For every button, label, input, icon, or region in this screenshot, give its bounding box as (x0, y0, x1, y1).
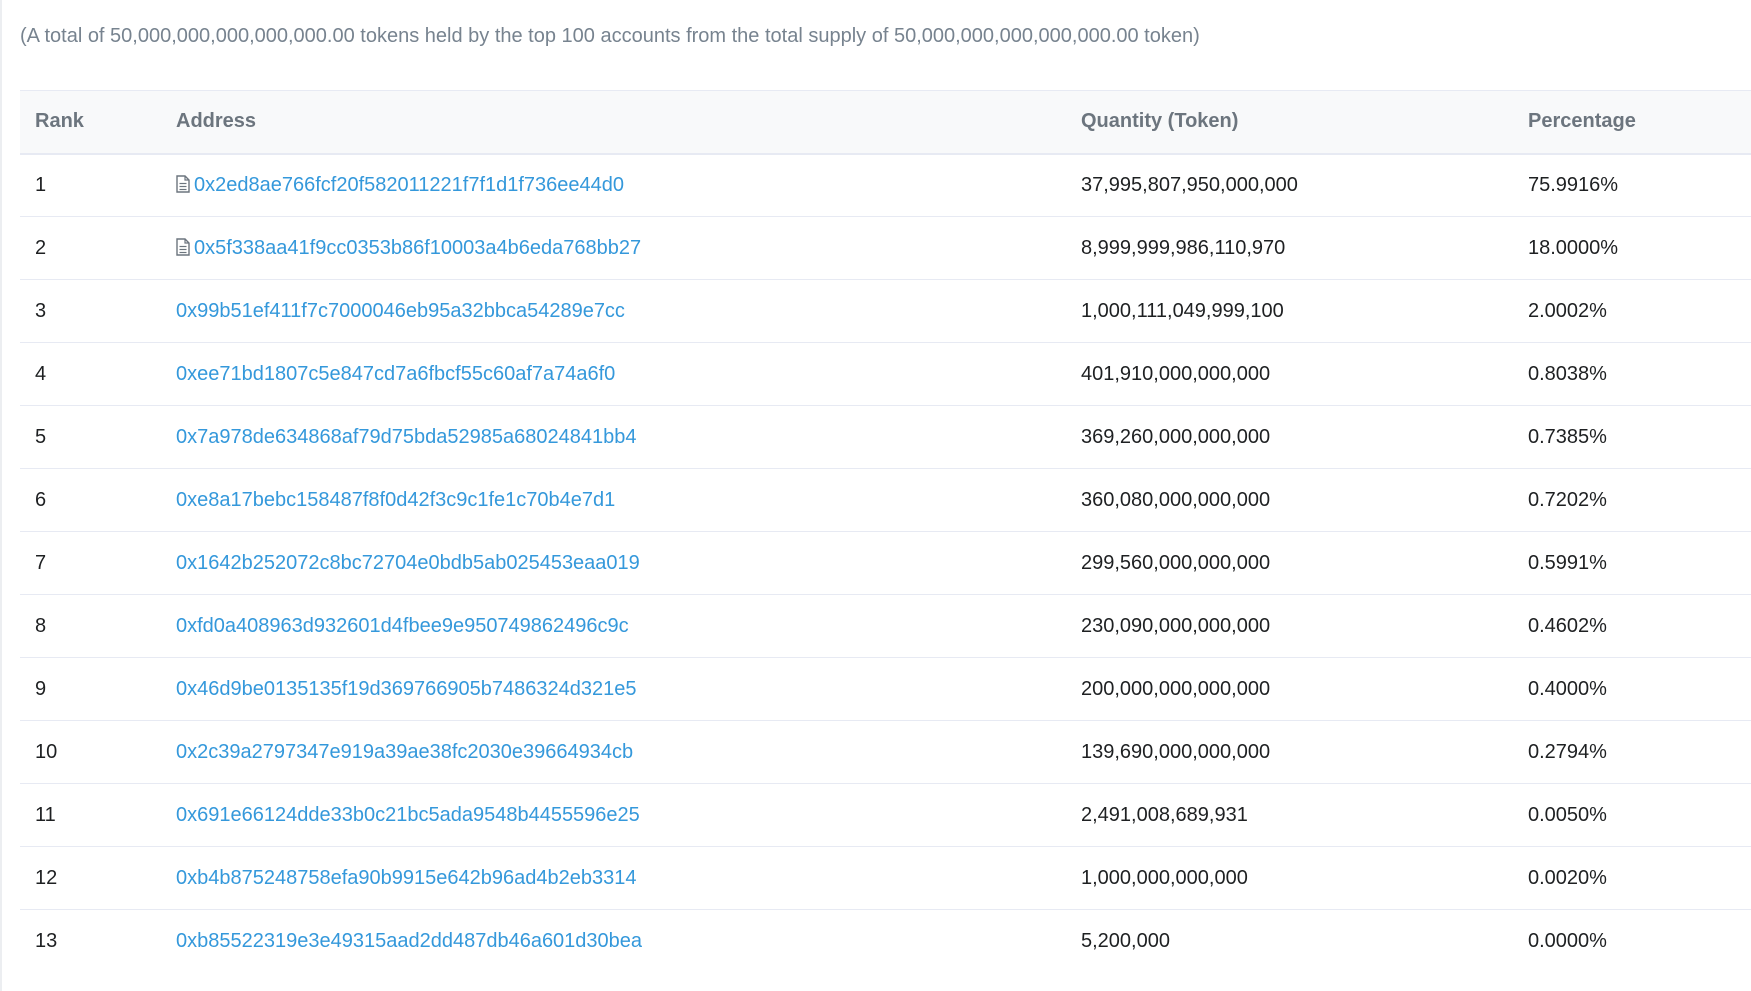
table-row: 11 0x691e66124dde33b0c21bc5ada9548b445559… (20, 783, 1751, 847)
quantity-cell: 139,690,000,000,000 (1066, 720, 1513, 784)
token-holders-table: Rank Address Quantity (Token) Percentage… (20, 90, 1751, 973)
holder-address-link[interactable]: 0x5f338aa41f9cc0353b86f10003a4b6eda768bb… (194, 237, 641, 259)
percentage-cell: 0.0000% (1528, 929, 1607, 952)
rank-cell: 9 (20, 657, 161, 721)
rank-cell: 7 (20, 531, 161, 595)
rank-cell: 4 (20, 342, 161, 406)
quantity-cell: 8,999,999,986,110,970 (1066, 216, 1513, 280)
rank-cell: 2 (20, 216, 161, 280)
quantity-cell: 360,080,000,000,000 (1066, 468, 1513, 532)
rank-cell: 13 (35, 929, 58, 952)
percentage-cell: 2.0002% (1513, 279, 1751, 343)
holder-address-link[interactable]: 0xe8a17bebc158487f8f0d42f3c9c1fe1c70b4e7… (176, 489, 615, 511)
quantity-cell: 37,995,807,950,000,000 (1066, 153, 1513, 217)
table-row: 4 0xee71bd1807c5e847cd7a6fbcf55c60af7a74a… (20, 342, 1751, 406)
address-cell: 0xee71bd1807c5e847cd7a6fbcf55c60af7a74a6… (161, 342, 1066, 406)
table-row: 3 0x99b51ef411f7c7000046eb95a32bbca54289e… (20, 279, 1751, 343)
holder-address-link[interactable]: 0x46d9be0135135f19d369766905b7486324d321… (176, 678, 636, 700)
address-cell: 0x1642b252072c8bc72704e0bdb5ab025453eaa0… (161, 531, 1066, 595)
rank-cell: 10 (20, 720, 161, 784)
table-row: 9 0x46d9be0135135f19d369766905b7486324d32… (20, 657, 1751, 721)
holder-address-link[interactable]: 0x2ed8ae766fcf20f582011221f7f1d1f736ee44… (194, 174, 624, 196)
address-cell: 0x691e66124dde33b0c21bc5ada9548b4455596e… (161, 783, 1066, 847)
holder-address-link[interactable]: 0x99b51ef411f7c7000046eb95a32bbca54289e7… (176, 300, 625, 322)
percentage-cell: 0.7202% (1513, 468, 1751, 532)
quantity-cell: 2,491,008,689,931 (1066, 783, 1513, 847)
table-row: 6 0xe8a17bebc158487f8f0d42f3c9c1fe1c70b4e… (20, 468, 1751, 532)
table-row: 1 0x2ed8ae766fcf20f582011221f7f1d1f736ee4… (20, 153, 1751, 217)
quantity-cell: 5,200,000 (1081, 929, 1170, 952)
address-cell: 0xb85522319e3e49315aad2dd487db46a601d30b… (161, 910, 1066, 973)
address-cell: 0x2ed8ae766fcf20f582011221f7f1d1f736ee44… (161, 153, 1066, 217)
table-body: 1 0x2ed8ae766fcf20f582011221f7f1d1f736ee4… (20, 153, 1751, 973)
quantity-cell: 299,560,000,000,000 (1066, 531, 1513, 595)
table-row: 2 0x5f338aa41f9cc0353b86f10003a4b6eda768b… (20, 216, 1751, 280)
holder-address-link[interactable]: 0x691e66124dde33b0c21bc5ada9548b4455596e… (176, 804, 640, 826)
quantity-cell: 1,000,111,049,999,100 (1066, 279, 1513, 343)
file-text-icon (176, 237, 190, 256)
holder-address-link[interactable]: 0xfd0a408963d932601d4fbee9e950749862496c… (176, 615, 629, 637)
column-header-quantity: Quantity (Token) (1066, 90, 1513, 155)
table-row: 10 0x2c39a2797347e919a39ae38fc2030e396649… (20, 720, 1751, 784)
holder-address-link[interactable]: 0xee71bd1807c5e847cd7a6fbcf55c60af7a74a6… (176, 363, 615, 385)
page-left-border (0, 0, 2, 991)
rank-cell: 1 (20, 153, 161, 217)
holder-address-link[interactable]: 0xb4b875248758efa90b9915e642b96ad4b2eb33… (176, 867, 636, 889)
quantity-cell: 200,000,000,000,000 (1066, 657, 1513, 721)
holders-summary-text: (A total of 50,000,000,000,000,000.00 to… (20, 25, 1200, 47)
table-row: 13 0xb85522319e3e49315aad2dd487db46a601d3… (20, 910, 1751, 973)
percentage-cell: 0.4602% (1513, 594, 1751, 658)
percentage-cell: 0.0050% (1513, 783, 1751, 847)
rank-cell: 3 (20, 279, 161, 343)
percentage-cell: 75.9916% (1513, 153, 1751, 217)
quantity-cell: 230,090,000,000,000 (1066, 594, 1513, 658)
percentage-cell: 18.0000% (1513, 216, 1751, 280)
percentage-cell: 0.7385% (1513, 405, 1751, 469)
address-cell: 0xfd0a408963d932601d4fbee9e950749862496c… (161, 594, 1066, 658)
address-cell: 0x2c39a2797347e919a39ae38fc2030e39664934… (161, 720, 1066, 784)
holder-address-link[interactable]: 0x7a978de634868af79d75bda52985a68024841b… (176, 426, 636, 448)
percentage-cell: 0.5991% (1513, 531, 1751, 595)
file-text-icon (176, 175, 190, 193)
address-cell: 0x5f338aa41f9cc0353b86f10003a4b6eda768bb… (161, 216, 1066, 280)
quantity-cell: 369,260,000,000,000 (1066, 405, 1513, 469)
table-header-row: Rank Address Quantity (Token) Percentage (20, 90, 1751, 155)
column-header-address: Address (161, 90, 1066, 155)
percentage-cell: 0.0020% (1513, 846, 1751, 910)
address-cell: 0xb4b875248758efa90b9915e642b96ad4b2eb33… (161, 846, 1066, 910)
column-header-percentage: Percentage (1513, 90, 1751, 155)
address-cell: 0x99b51ef411f7c7000046eb95a32bbca54289e7… (161, 279, 1066, 343)
percentage-cell: 0.8038% (1513, 342, 1751, 406)
quantity-cell: 401,910,000,000,000 (1066, 342, 1513, 406)
rank-cell: 5 (20, 405, 161, 469)
rank-cell: 8 (20, 594, 161, 658)
rank-cell: 6 (20, 468, 161, 532)
holder-address-link[interactable]: 0x2c39a2797347e919a39ae38fc2030e39664934… (176, 741, 633, 763)
rank-cell: 11 (20, 783, 161, 847)
rank-cell: 12 (20, 846, 161, 910)
table-row: 7 0x1642b252072c8bc72704e0bdb5ab025453eaa… (20, 531, 1751, 595)
quantity-cell: 1,000,000,000,000 (1066, 846, 1513, 910)
holder-address-link[interactable]: 0x1642b252072c8bc72704e0bdb5ab025453eaa0… (176, 552, 640, 574)
table-row: 5 0x7a978de634868af79d75bda52985a68024841… (20, 405, 1751, 469)
percentage-cell: 0.2794% (1513, 720, 1751, 784)
holder-address-link[interactable]: 0xb85522319e3e49315aad2dd487db46a601d30b… (176, 930, 642, 952)
address-cell: 0x7a978de634868af79d75bda52985a68024841b… (161, 405, 1066, 469)
table-row: 12 0xb4b875248758efa90b9915e642b96ad4b2eb… (20, 846, 1751, 910)
column-header-rank: Rank (20, 90, 161, 155)
table-row: 8 0xfd0a408963d932601d4fbee9e950749862496… (20, 594, 1751, 658)
address-cell: 0xe8a17bebc158487f8f0d42f3c9c1fe1c70b4e7… (161, 468, 1066, 532)
address-cell: 0x46d9be0135135f19d369766905b7486324d321… (161, 657, 1066, 721)
percentage-cell: 0.4000% (1513, 657, 1751, 721)
